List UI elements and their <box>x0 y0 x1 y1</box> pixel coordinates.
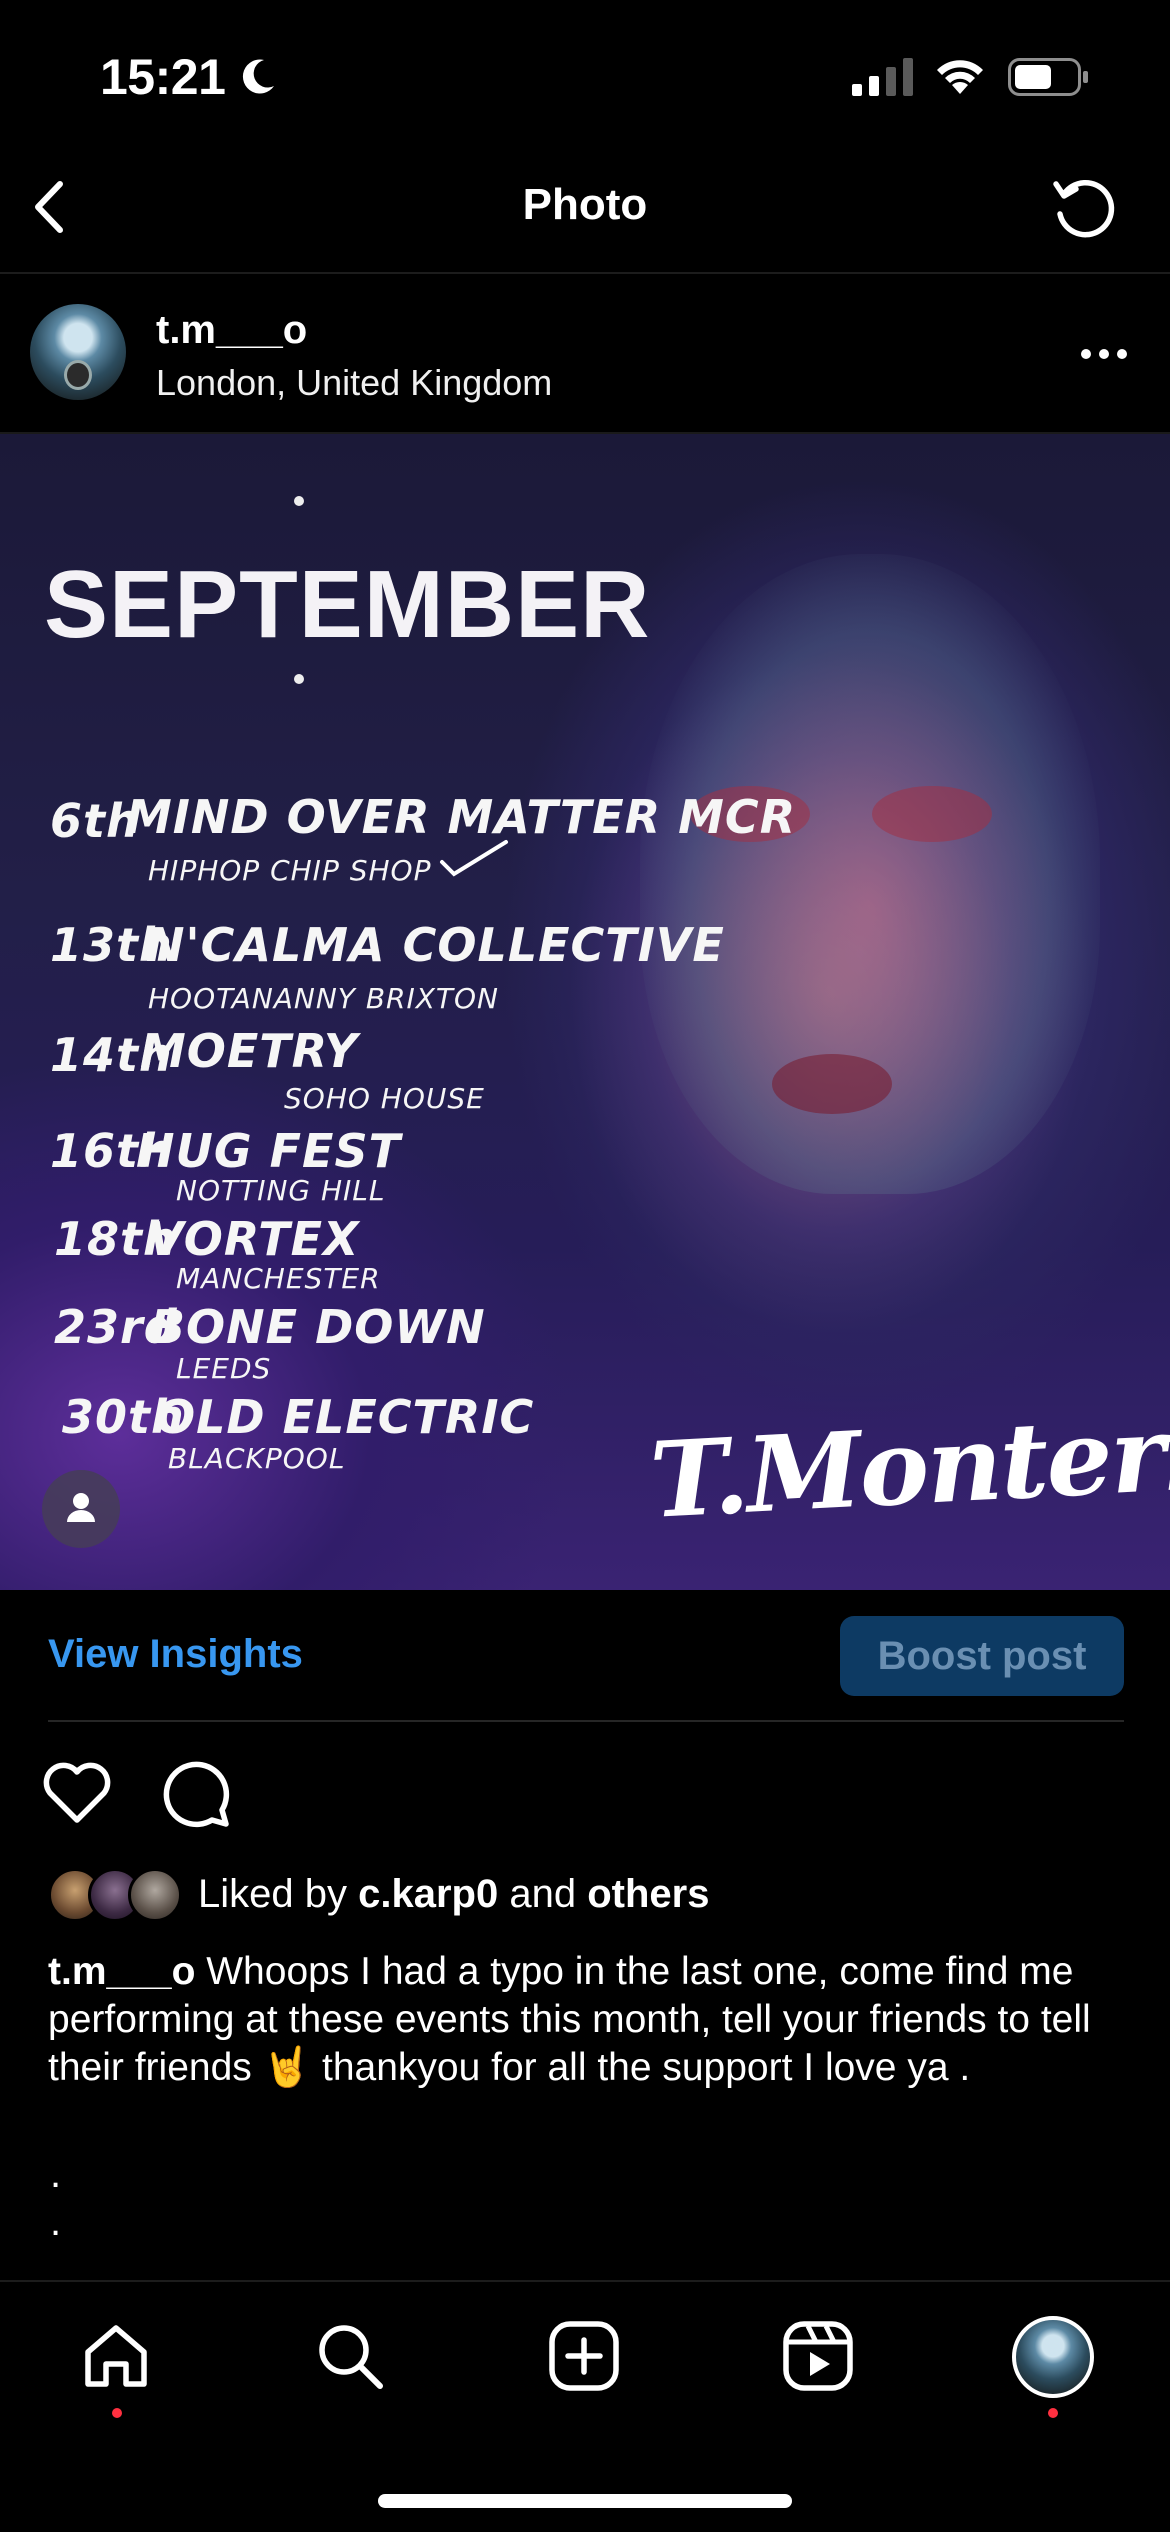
event-5-venue: MANCHESTER <box>176 1262 381 1295</box>
post-image[interactable]: SEPTEMBER 6th MIND OVER MATTER MCR HIPHO… <box>0 434 1170 1590</box>
liker-avatars[interactable] <box>48 1868 186 1922</box>
event-7-name: OLD ELECTRIC <box>156 1390 535 1444</box>
caption-dot: . <box>50 2152 62 2196</box>
artist-signature: T.Monterisi <box>647 1385 1170 1542</box>
event-5-name: VORTEX <box>148 1212 360 1266</box>
author-username[interactable]: t.m___o <box>156 308 307 353</box>
event-3-venue: SOHO HOUSE <box>284 1082 485 1115</box>
event-1-venue: HIPHOP CHIP SHOP <box>148 854 432 887</box>
event-6-venue: LEEDS <box>176 1352 272 1385</box>
post-caption: t.m___o Whoops I had a typo in the last … <box>48 1948 1128 2092</box>
checkmark-icon <box>440 840 508 877</box>
wifi-icon <box>937 60 983 94</box>
post-location[interactable]: London, United Kingdom <box>156 362 552 404</box>
event-2-name: N'CALMA COLLECTIVE <box>146 918 725 972</box>
event-3-name: MOETRY <box>140 1024 359 1078</box>
create-post-icon[interactable] <box>546 2318 622 2394</box>
caption-dot: . <box>50 2200 62 2244</box>
boost-post-button[interactable]: Boost post <box>840 1616 1124 1696</box>
event-7-venue: BLACKPOOL <box>168 1442 346 1475</box>
poster-month: SEPTEMBER <box>44 551 651 658</box>
post-header <box>0 274 1170 434</box>
liker-username[interactable]: c.karp0 <box>358 1872 498 1916</box>
home-notification-dot <box>112 2408 122 2418</box>
moon-icon <box>242 59 274 94</box>
search-icon[interactable] <box>312 2318 388 2394</box>
event-4-venue: NOTTING HILL <box>176 1174 386 1207</box>
like-heart-icon[interactable] <box>40 1758 114 1826</box>
page-title: Photo <box>522 180 648 229</box>
comment-icon[interactable] <box>162 1758 234 1830</box>
home-indicator <box>378 2494 792 2508</box>
status-time: 15:21 <box>100 49 226 105</box>
caption-username[interactable]: t.m___o <box>48 1950 195 1993</box>
author-avatar[interactable] <box>30 304 126 400</box>
event-6-name: BONE DOWN <box>150 1300 486 1354</box>
event-2-venue: HOOTANANNY BRIXTON <box>148 982 500 1015</box>
tagged-people-button[interactable] <box>42 1470 120 1548</box>
event-4-name: HUG FEST <box>136 1124 401 1178</box>
status-bar: 15:21 <box>0 0 1170 150</box>
profile-notification-dot <box>1048 2408 1058 2418</box>
likes-others-link[interactable]: others <box>587 1872 709 1916</box>
divider <box>48 1720 1124 1722</box>
battery-icon <box>1008 58 1088 96</box>
home-icon[interactable] <box>78 2318 154 2394</box>
liker-avatar <box>128 1868 182 1922</box>
view-insights-link[interactable]: View Insights <box>48 1632 303 1677</box>
caption-text: Whoops I had a typo in the last one, com… <box>48 1950 1091 2089</box>
person-icon <box>67 1493 95 1522</box>
cellular-signal-icon <box>852 58 913 96</box>
liked-by-text[interactable]: Liked by c.karp0 and others <box>198 1872 709 1917</box>
refresh-icon[interactable] <box>1048 172 1120 244</box>
reels-icon[interactable] <box>780 2318 856 2394</box>
more-options-icon[interactable] <box>1076 340 1132 368</box>
profile-tab-avatar[interactable] <box>1012 2316 1094 2398</box>
